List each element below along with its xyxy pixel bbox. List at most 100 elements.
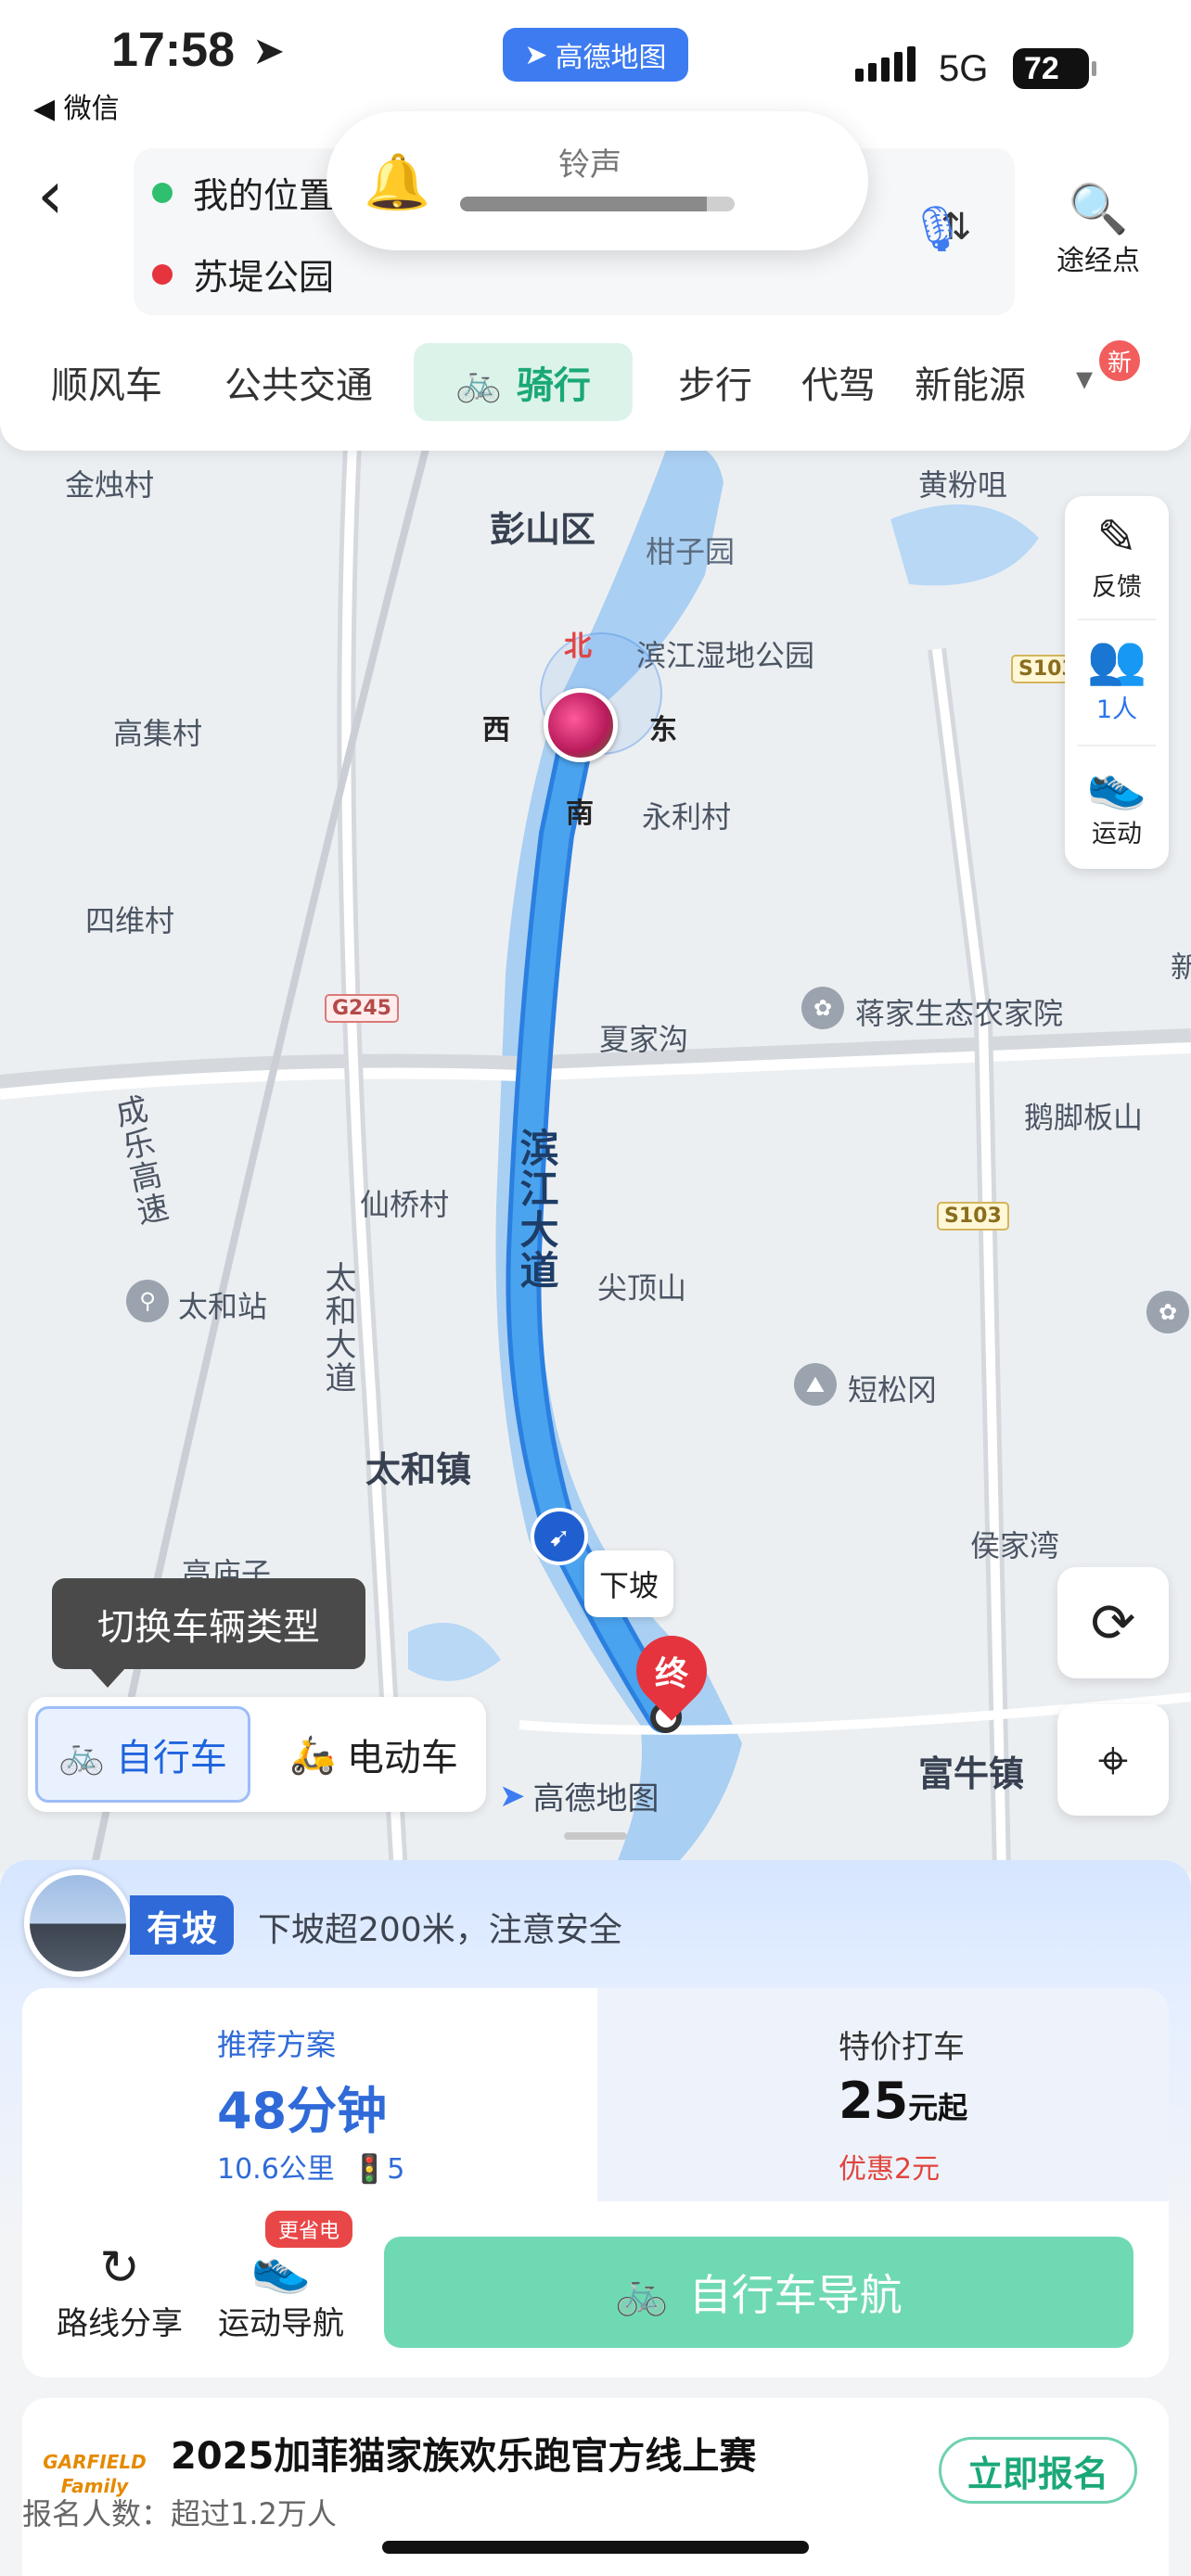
ebike-icon: 🛵	[289, 1733, 336, 1777]
destination-row[interactable]: 苏堤公园	[152, 249, 334, 300]
road-label: 太和大道	[319, 1261, 356, 1395]
map-label: 尖顶山	[597, 1270, 687, 1306]
map-label: 太和镇	[365, 1449, 472, 1490]
slope-warning: 下坡超200米，注意安全	[258, 1911, 622, 1949]
status-time: 17:58	[111, 23, 235, 77]
map-label: 滨江湿地公园	[636, 638, 815, 673]
sport-label: 运动	[1092, 820, 1142, 848]
station-icon: ⚲	[126, 1280, 169, 1322]
feedback-button[interactable]: ✎ 反馈	[1065, 509, 1169, 603]
vehicle-ebike-option[interactable]: 🛵 电动车	[271, 1706, 477, 1803]
tab-driver[interactable]: 代驾	[792, 343, 885, 421]
tab-cycling[interactable]: 🚲 骑行	[414, 343, 633, 421]
navigation-arrow-icon: ➤	[524, 38, 548, 71]
divider	[1078, 745, 1156, 746]
people-button[interactable]: 👥 1人	[1065, 631, 1169, 725]
lake	[890, 504, 1039, 586]
compass-north: 北	[564, 631, 592, 663]
running-shoe-icon: 👟	[1086, 757, 1147, 812]
bike-marker-icon: ➹	[531, 1508, 588, 1565]
map-label: 夏家沟	[599, 1022, 689, 1057]
ad-title: 2025加菲猫家族欢乐跑官方线上赛	[171, 2435, 757, 2478]
back-to-wechat[interactable]: ◀ 微信	[33, 85, 120, 126]
downhill-tag: 下坡	[584, 1550, 673, 1617]
divider	[1078, 618, 1156, 620]
vehicle-type-tooltip: 切换车辆类型	[52, 1578, 365, 1688]
user-location-avatar[interactable]	[544, 688, 618, 762]
pond	[408, 1623, 501, 1681]
map-tools-panel: ✎ 反馈 👥 1人 👟 运动	[1065, 496, 1169, 869]
map-logo: ➤ 高德地图	[499, 1773, 660, 1818]
tab-cycling-label: 骑行	[516, 364, 591, 407]
waypoint-label: 途经点	[1057, 245, 1140, 277]
slope-mountain-icon	[24, 1869, 132, 1977]
tab-carpool[interactable]: 顺风车	[37, 343, 176, 421]
new-badge: 新	[1096, 338, 1143, 384]
home-indicator[interactable]	[382, 2541, 809, 2554]
tab-transit[interactable]: 公共交通	[206, 343, 391, 421]
plan-distance: 10.6公里	[217, 2153, 335, 2186]
map-label: 彭山区	[490, 509, 596, 550]
map-label: 侯家湾	[970, 1528, 1060, 1563]
map-label: 四维村	[85, 903, 175, 938]
locate-me-button[interactable]: ⌖	[1057, 1704, 1169, 1816]
poi-icon: ⛰	[794, 1363, 837, 1406]
people-icon: 👥	[1086, 632, 1147, 688]
start-nav-label: 自行车导航	[688, 2270, 903, 2320]
refresh-route-button[interactable]: ⟳	[1057, 1567, 1169, 1678]
bicycle-icon: 🚲	[58, 1733, 105, 1777]
battery-level: 72	[1024, 50, 1059, 86]
start-bike-navigation-button[interactable]: 🚲 自行车导航	[384, 2237, 1133, 2348]
plan-meta: 10.6公里 🚦5	[217, 2146, 404, 2187]
sport-nav-button[interactable]: 👟 运动导航	[202, 2238, 360, 2343]
plan-duration: 48分钟	[217, 2082, 388, 2140]
bicycle-icon: 🚲	[615, 2266, 669, 2317]
sheet-grabber[interactable]	[564, 1832, 627, 1840]
route-name-label: 滨江大道	[514, 1128, 559, 1291]
origin-row[interactable]: 我的位置	[152, 167, 334, 218]
ringer-volume-fill	[460, 197, 708, 211]
map-label: 黄粉咀	[918, 467, 1008, 503]
power-save-badge: 更省电	[265, 2211, 353, 2248]
search-icon: 🔍	[1068, 182, 1129, 237]
app-indicator-pill: ➤ 高德地图	[503, 28, 688, 82]
bell-icon: 🔔	[364, 150, 431, 213]
origin-label: 我的位置	[193, 175, 335, 216]
poi-icon: ✿	[801, 987, 844, 1029]
chevron-down-icon[interactable]: ▾	[1076, 360, 1093, 398]
end-pin-icon: 终	[621, 1621, 722, 1721]
bicycle-icon: 🚲	[455, 361, 502, 404]
sport-button[interactable]: 👟 运动	[1065, 756, 1169, 849]
travel-mode-tabs: 顺风车 公共交通 🚲 骑行 步行 代驾 新能源 ▾	[0, 343, 1191, 425]
recommended-plan[interactable]: 推荐方案 48分钟 10.6公里 🚦5	[22, 1988, 597, 2201]
tab-walking[interactable]: 步行	[664, 343, 766, 421]
ringer-volume-hud: 🔔 铃声	[327, 111, 868, 250]
register-button[interactable]: 立即报名	[939, 2437, 1137, 2504]
share-icon: ↻	[99, 2240, 140, 2296]
traffic-light-icon: 🚦	[352, 2153, 388, 2186]
map-label: 永利村	[642, 799, 732, 835]
compass-west: 西	[482, 714, 510, 746]
back-button[interactable]: ‹	[37, 158, 93, 232]
tab-new-energy[interactable]: 新能源	[915, 343, 1044, 421]
map-label: 富牛镇	[918, 1753, 1025, 1794]
microphone-icon[interactable]: 🎙	[909, 202, 966, 261]
slope-tag: 有坡	[130, 1895, 234, 1955]
plan-lights: 5	[387, 2153, 405, 2186]
vehicle-bicycle-label: 自行车	[115, 1737, 227, 1779]
destination-label: 苏堤公园	[193, 257, 335, 298]
destination-dot	[152, 263, 173, 285]
feedback-label: 反馈	[1092, 573, 1142, 602]
end-pin-label: 终	[654, 1655, 688, 1693]
map-label: 金烛村	[65, 467, 155, 503]
pencil-icon: ✎	[1096, 510, 1137, 566]
route-share-button[interactable]: ↻ 路线分享	[41, 2238, 198, 2343]
plan-card: 推荐方案 48分钟 10.6公里 🚦5 特价打车 25元起 优惠2元 ↻ 路线分…	[22, 1988, 1169, 2378]
sport-nav-label: 运动导航	[218, 2305, 344, 2342]
taxi-plan[interactable]: 特价打车 25元起 优惠2元	[597, 1988, 1169, 2201]
route-bottom-sheet: 有坡 下坡超200米，注意安全 推荐方案 48分钟 10.6公里 🚦5 特价打车…	[0, 1832, 1191, 2576]
map-label: 太和站	[178, 1289, 268, 1324]
signal-icon	[855, 46, 916, 82]
vehicle-bicycle-option[interactable]: 🚲 自行车	[35, 1706, 250, 1803]
waypoint-button[interactable]: 🔍 途经点	[1043, 182, 1154, 278]
